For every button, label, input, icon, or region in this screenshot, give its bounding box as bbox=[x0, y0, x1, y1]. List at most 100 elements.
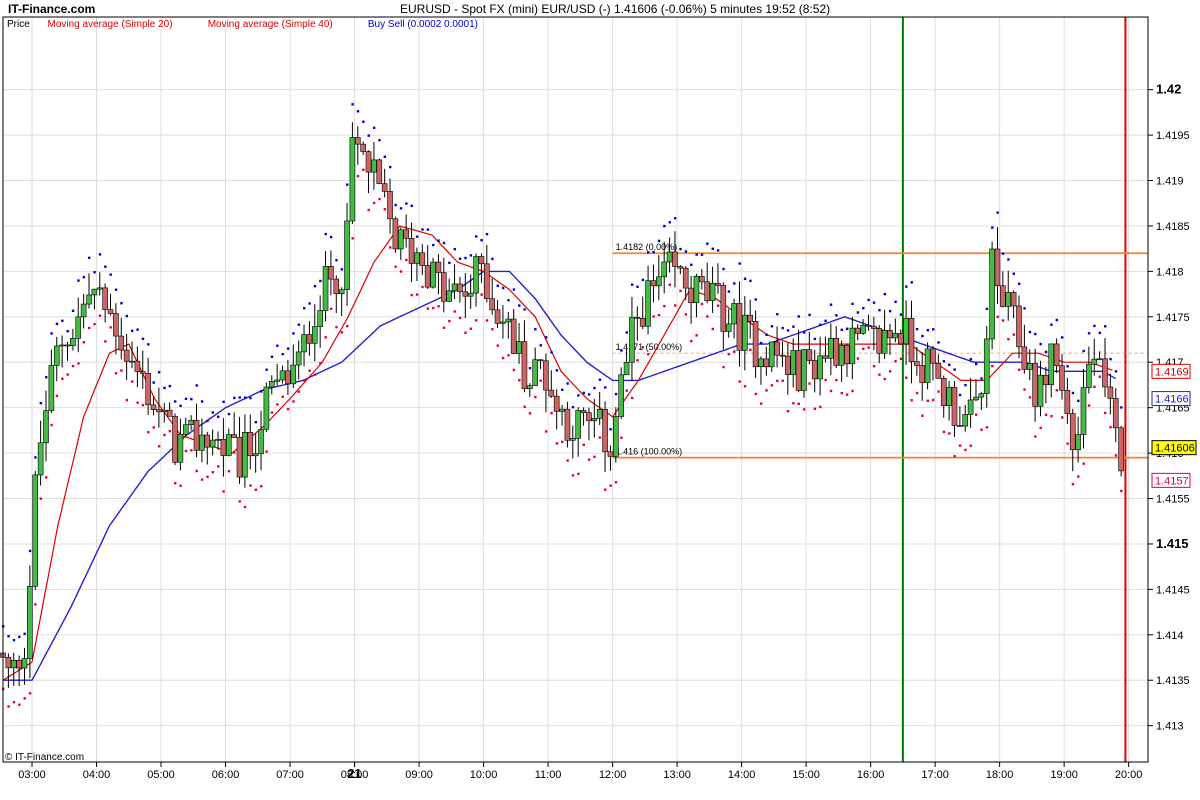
buy-dot bbox=[243, 396, 247, 399]
sell-dot bbox=[125, 398, 129, 402]
legend-item: Buy Sell (0.0002 0.0001) bbox=[368, 19, 478, 30]
site-name[interactable]: IT-Finance.com bbox=[8, 2, 95, 16]
buy-dot bbox=[217, 415, 220, 419]
sell-dot bbox=[1050, 414, 1053, 418]
buy-dot bbox=[200, 400, 204, 403]
buy-dot bbox=[808, 313, 811, 317]
candle-body bbox=[785, 355, 791, 375]
sell-dot bbox=[679, 289, 682, 293]
sell-dot bbox=[157, 445, 161, 448]
sell-dot bbox=[93, 323, 96, 326]
buy-dot bbox=[964, 383, 967, 387]
sell-dot bbox=[174, 481, 177, 485]
candle-body bbox=[96, 287, 103, 290]
candle-body bbox=[978, 393, 985, 398]
candle-body bbox=[736, 303, 743, 351]
x-tick-label: 16:00 bbox=[857, 769, 885, 781]
sell-dot bbox=[942, 430, 946, 434]
candle-body bbox=[86, 294, 92, 305]
buy-dot bbox=[587, 393, 591, 396]
candle-body bbox=[532, 359, 538, 386]
sell-dot bbox=[324, 336, 327, 339]
sell-dot bbox=[34, 603, 37, 606]
sell-dot bbox=[620, 436, 623, 439]
sell-dot bbox=[1098, 375, 1102, 378]
sell-dot bbox=[991, 364, 994, 368]
buy-dot bbox=[711, 247, 714, 250]
sell-dot bbox=[1087, 404, 1091, 407]
candle-body bbox=[285, 370, 291, 385]
sell-dot bbox=[286, 407, 290, 411]
sell-dot bbox=[475, 319, 478, 322]
buy-dot bbox=[765, 333, 768, 336]
buy-dot bbox=[905, 285, 908, 288]
candle-body bbox=[860, 324, 866, 334]
buy-dot bbox=[700, 253, 704, 256]
candle-body bbox=[1016, 305, 1022, 348]
buy-dot bbox=[1055, 318, 1059, 322]
candle-body bbox=[623, 361, 630, 376]
sell-dot bbox=[921, 414, 924, 417]
sell-dot bbox=[749, 348, 752, 352]
buy-dot bbox=[1044, 350, 1048, 354]
x-tick-label: 03:00 bbox=[18, 769, 46, 781]
buy-dot bbox=[797, 315, 800, 318]
sell-dot bbox=[953, 454, 956, 458]
candle-body bbox=[639, 318, 646, 327]
sell-dot bbox=[878, 373, 881, 376]
candle-body bbox=[527, 385, 533, 389]
candle-body bbox=[295, 351, 302, 366]
buy-dot bbox=[1034, 332, 1037, 336]
sell-dot bbox=[485, 319, 489, 322]
candle-body bbox=[871, 325, 877, 329]
buy-dot bbox=[227, 412, 231, 416]
sell-dot bbox=[88, 326, 91, 330]
sell-dot bbox=[604, 488, 607, 491]
buy-dot bbox=[749, 279, 752, 283]
sell-dot bbox=[464, 331, 467, 334]
sell-dot bbox=[195, 469, 198, 473]
y-tick-label: 1.4135 bbox=[1156, 675, 1190, 687]
candle-body bbox=[242, 432, 248, 478]
candle-body bbox=[182, 424, 189, 435]
candle-body bbox=[822, 355, 829, 359]
candle-body bbox=[1075, 434, 1081, 451]
candle-body bbox=[32, 474, 39, 587]
sell-dot bbox=[813, 407, 817, 410]
candle-body bbox=[123, 349, 130, 362]
candle-body bbox=[53, 345, 60, 366]
candle-body bbox=[521, 341, 528, 389]
buy-dot bbox=[958, 393, 962, 397]
buy-dot bbox=[141, 337, 145, 341]
candle-body bbox=[102, 287, 108, 310]
buy-dot bbox=[39, 401, 43, 405]
candle-body bbox=[37, 442, 44, 476]
candle-body bbox=[1118, 427, 1124, 472]
sell-dot bbox=[136, 401, 139, 404]
sell-dot bbox=[12, 701, 16, 704]
candle-body bbox=[973, 396, 979, 401]
sell-dot bbox=[555, 442, 559, 445]
buy-dot bbox=[593, 386, 596, 390]
candle-body bbox=[134, 360, 141, 372]
sell-dot bbox=[61, 377, 64, 380]
sell-dot bbox=[217, 465, 220, 468]
sell-dot bbox=[265, 450, 268, 453]
candle-body bbox=[865, 324, 872, 327]
sell-dot bbox=[609, 484, 612, 487]
buy-dot bbox=[367, 134, 370, 137]
candle-body bbox=[446, 290, 452, 302]
sell-dot bbox=[1066, 442, 1069, 445]
candle-body bbox=[715, 283, 721, 286]
buy-dot bbox=[985, 307, 989, 311]
y-tick-label: 1.4195 bbox=[1156, 130, 1190, 142]
sell-dot bbox=[926, 399, 930, 403]
candle-body bbox=[268, 381, 275, 388]
buy-dot bbox=[1109, 357, 1112, 361]
candle-body bbox=[613, 416, 619, 457]
candle-body bbox=[231, 434, 237, 438]
buy-dot bbox=[733, 282, 736, 285]
sell-dot bbox=[458, 316, 462, 320]
sell-dot bbox=[695, 334, 698, 337]
sell-dot bbox=[996, 315, 999, 318]
